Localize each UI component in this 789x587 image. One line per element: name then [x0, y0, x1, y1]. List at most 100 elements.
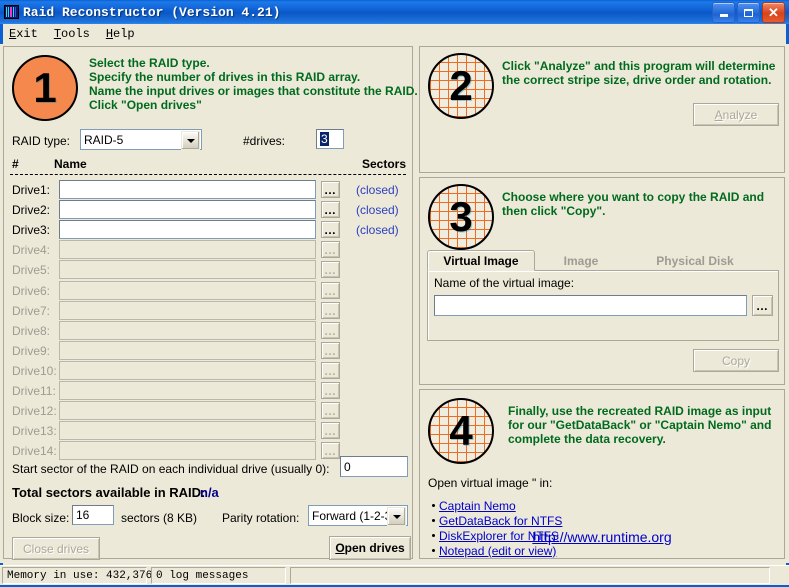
drive-browse-button-12[interactable]: …: [321, 402, 340, 419]
maximize-button[interactable]: [737, 2, 760, 23]
drive-browse-button-10[interactable]: …: [321, 362, 340, 379]
drive-browse-button-3[interactable]: …: [321, 221, 340, 238]
step4-circle: 4: [428, 398, 494, 464]
drive-path-input-1[interactable]: [59, 180, 316, 199]
drive-browse-button-11[interactable]: …: [321, 382, 340, 399]
drive-path-input-10[interactable]: [59, 361, 316, 380]
drive-path-input-6[interactable]: [59, 281, 316, 300]
drives-count-label: #drives:: [243, 134, 285, 148]
step4-instructions: Finally, use the recreated RAID image as…: [508, 404, 771, 446]
menu-exit[interactable]: EExitxit: [2, 26, 45, 42]
step2-circle: 2: [428, 53, 494, 119]
runtime-site-link-wrap: http://www.runtime.org: [420, 529, 784, 545]
block-size-value: 16: [76, 508, 89, 522]
start-sector-input[interactable]: 0: [340, 456, 408, 477]
recovery-links-list: Captain NemoGetDataBack for NTFSDiskExpl…: [428, 498, 562, 558]
start-sector-value: 0: [344, 460, 351, 474]
parity-rotation-value: Forward (1-2-3): [312, 509, 395, 523]
virtual-image-browse-button[interactable]: …: [752, 295, 773, 316]
copy-button[interactable]: Copy: [693, 349, 779, 372]
open-drives-button[interactable]: Open drives: [329, 536, 411, 560]
step1-panel: 1 Select the RAID type. Specify the numb…: [3, 46, 413, 559]
drive-path-input-5[interactable]: [59, 260, 316, 279]
drive-browse-button-7[interactable]: …: [321, 302, 340, 319]
column-header-num: #: [12, 157, 19, 171]
drive-path-input-12[interactable]: [59, 401, 316, 420]
runtime-site-link[interactable]: http://www.runtime.org: [532, 529, 671, 545]
drive-path-input-4[interactable]: [59, 240, 316, 259]
parity-rotation-select[interactable]: Forward (1-2-3): [308, 505, 408, 526]
tab-image[interactable]: Image: [537, 250, 625, 271]
raid-type-value: RAID-5: [84, 133, 123, 147]
drive-label-4: Drive4:: [12, 243, 50, 257]
open-virtual-image-label: Open virtual image " in:: [428, 476, 552, 490]
analyze-button[interactable]: Analyze: [693, 103, 779, 126]
drive-label-6: Drive6:: [12, 284, 50, 298]
step3-instructions: Choose where you want to copy the RAID a…: [502, 190, 764, 218]
chevron-down-icon-parity[interactable]: [387, 507, 406, 526]
raid-bars-icon: [4, 5, 19, 19]
block-size-label: Block size:: [12, 511, 69, 525]
close-drives-button[interactable]: Close drives: [12, 537, 100, 560]
client-area: 1 Select the RAID type. Specify the numb…: [0, 44, 789, 563]
drive-browse-button-14[interactable]: …: [321, 442, 340, 459]
menu-tools[interactable]: Tools: [47, 26, 97, 42]
minimize-button[interactable]: [712, 2, 735, 23]
recovery-link-4[interactable]: Notepad (edit or view): [439, 544, 556, 558]
column-header-sectors: Sectors: [362, 157, 406, 171]
drive-browse-button-1[interactable]: …: [321, 181, 340, 198]
step1-line-2: Specify the number of drives in this RAI…: [89, 70, 418, 84]
close-drives-label: Close drives: [23, 542, 89, 556]
drives-count-value: 3: [320, 132, 329, 146]
copy-label: Copy: [722, 354, 750, 368]
menu-bar: EExitxit Tools Help: [0, 24, 789, 45]
drive-browse-button-4[interactable]: …: [321, 241, 340, 258]
drives-count-input[interactable]: 3: [316, 129, 344, 149]
virtual-image-input[interactable]: [434, 295, 747, 316]
tab-physical-disk[interactable]: Physical Disk: [629, 250, 761, 271]
drive-browse-button-5[interactable]: …: [321, 261, 340, 278]
window-title: Raid Reconstructor (Version 4.21): [23, 5, 280, 20]
raid-type-select[interactable]: RAID-5: [80, 129, 202, 150]
drive-path-input-14[interactable]: [59, 441, 316, 460]
drive-path-input-8[interactable]: [59, 321, 316, 340]
drive-label-7: Drive7:: [12, 304, 50, 318]
drive-path-input-7[interactable]: [59, 301, 316, 320]
drive-path-input-13[interactable]: [59, 421, 316, 440]
maximize-icon: [744, 9, 753, 17]
recovery-link-row: GetDataBack for NTFS: [428, 513, 562, 528]
drive-label-8: Drive8:: [12, 324, 50, 338]
menu-help[interactable]: Help: [99, 26, 142, 42]
close-button[interactable]: ✕: [762, 2, 785, 23]
drive-path-input-9[interactable]: [59, 341, 316, 360]
block-size-input[interactable]: 16: [72, 505, 114, 525]
recovery-link-2[interactable]: GetDataBack for NTFS: [439, 514, 562, 528]
open-drives-label: Open drives: [335, 541, 404, 555]
step3-circle: 3: [428, 184, 494, 250]
drive-status-2: (closed): [356, 203, 399, 217]
chevron-down-icon[interactable]: [181, 131, 200, 150]
bullet-icon: [428, 519, 439, 522]
drive-browse-button-2[interactable]: …: [321, 201, 340, 218]
drive-browse-button-6[interactable]: …: [321, 282, 340, 299]
bullet-icon: [428, 549, 439, 552]
drive-label-14: Drive14:: [12, 444, 57, 458]
drive-path-input-11[interactable]: [59, 381, 316, 400]
drive-browse-button-8[interactable]: …: [321, 322, 340, 339]
drive-path-input-2[interactable]: [59, 200, 316, 219]
tab-image-label: Image: [564, 254, 599, 268]
close-icon: ✕: [768, 7, 779, 18]
recovery-link-1[interactable]: Captain Nemo: [439, 499, 516, 513]
step2-line-1: Click "Analyze" and this program will de…: [502, 59, 775, 73]
step3-panel: 3 Choose where you want to copy the RAID…: [419, 177, 785, 385]
step1-circle: 1: [12, 55, 78, 121]
status-extra: [290, 567, 770, 584]
drive-path-input-3[interactable]: [59, 220, 316, 239]
raid-type-label: RAID type:: [12, 134, 70, 148]
drive-label-11: Drive11:: [12, 384, 56, 398]
analyze-label: Analyze: [715, 108, 758, 122]
drive-browse-button-9[interactable]: …: [321, 342, 340, 359]
tab-virtual-image[interactable]: Virtual Image: [427, 250, 535, 271]
step2-number: 2: [449, 65, 472, 107]
drive-browse-button-13[interactable]: …: [321, 422, 340, 439]
